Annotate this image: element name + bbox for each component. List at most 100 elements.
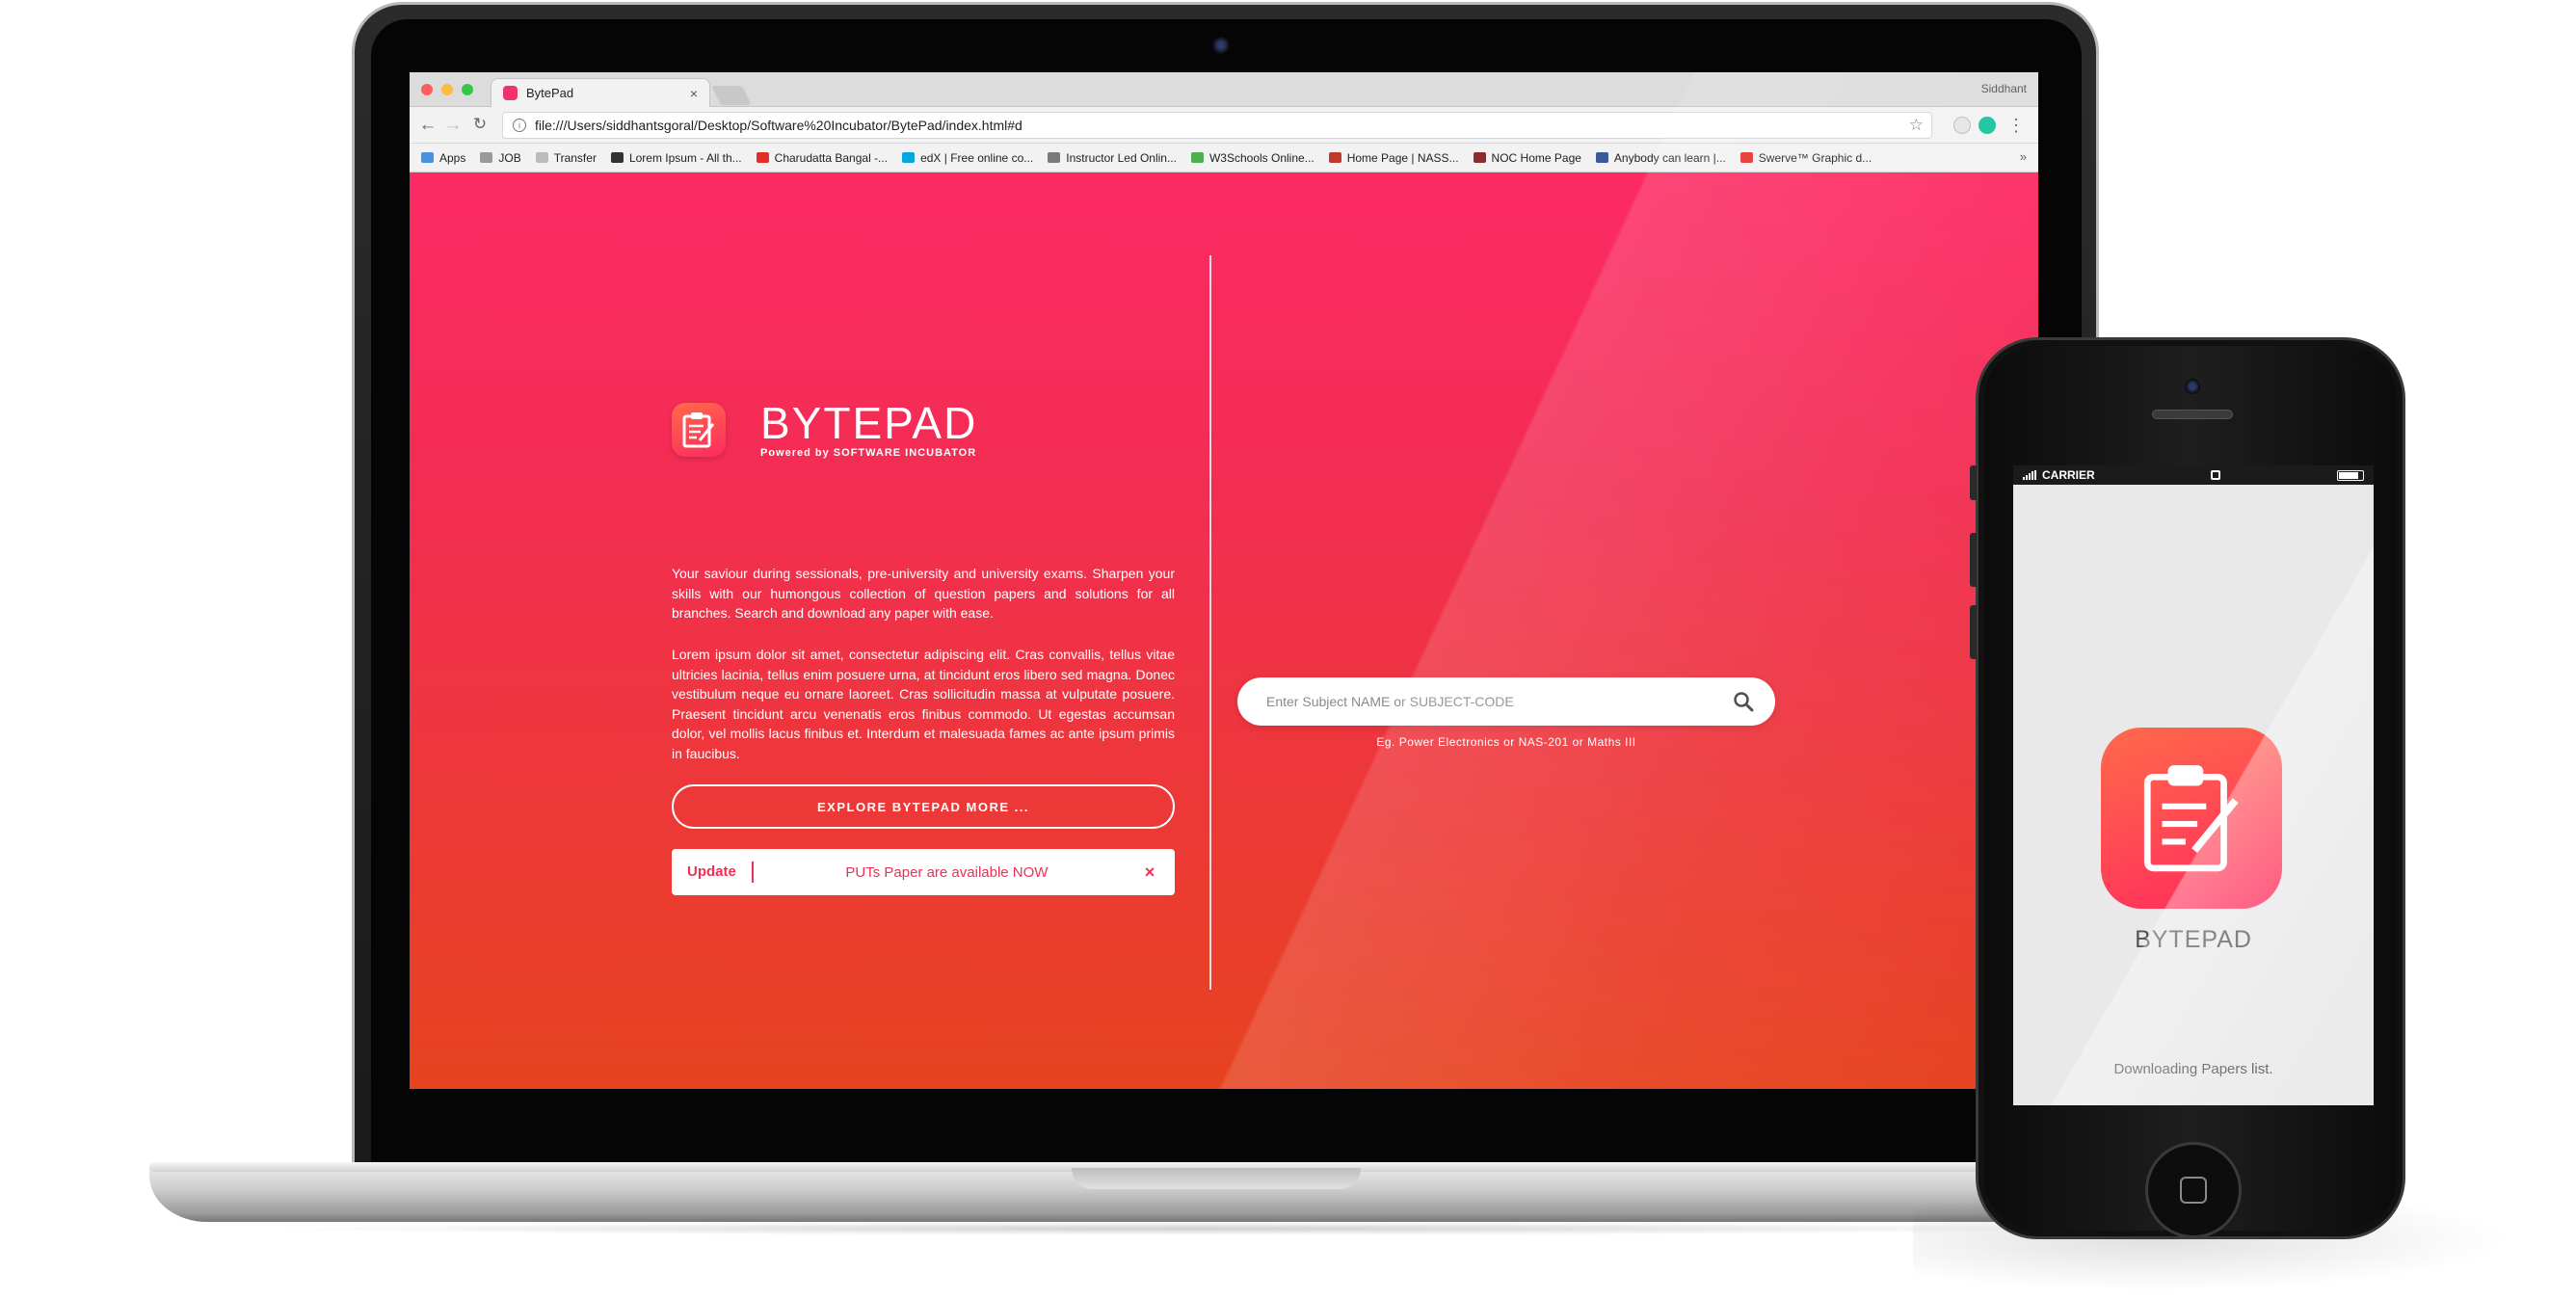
phone-screen: CARRIER BYTEPAD Downloading Papers list. (2013, 465, 2374, 1105)
bookmark-label: Instructor Led Onlin... (1066, 150, 1177, 165)
back-arrow-icon[interactable]: ← (417, 115, 438, 136)
browser-toolbar: ← → ↻ i file:///Users/siddhantsgoral/Des… (410, 107, 2038, 144)
bookmark-label: Charudatta Bangal -... (774, 150, 889, 165)
new-tab-button[interactable] (711, 86, 752, 105)
bookmark-label: Lorem Ipsum - All th... (628, 150, 742, 165)
browser-tab-bar: BytePad × Siddhant (410, 72, 2038, 107)
bookmark-item[interactable]: JOB (480, 150, 521, 165)
profile-name[interactable]: Siddhant (1981, 82, 2027, 95)
bookmark-item[interactable]: Instructor Led Onlin... (1048, 151, 1177, 165)
address-bar[interactable]: i file:///Users/siddhantsgoral/Desktop/S… (502, 112, 1932, 139)
bookmark-label: Home Page | NASS... (1346, 150, 1459, 165)
mockup-stage: BytePad × Siddhant ← → ↻ i file:///Users… (0, 0, 2576, 1299)
volume-down-button (1970, 605, 1977, 659)
bookmark-favicon-icon (535, 152, 548, 163)
splash-screen: BYTEPAD Downloading Papers list. (2013, 485, 2374, 1105)
bookmark-item[interactable]: Transfer (535, 150, 597, 165)
loading-status: Downloading Papers list. (2113, 1061, 2273, 1077)
bookmark-label: Transfer (553, 150, 597, 165)
bookmark-favicon-icon (480, 152, 493, 163)
bookmark-label: Apps (439, 150, 466, 165)
bytepad-logo-icon (672, 403, 726, 457)
bookmark-item[interactable]: Anybody can learn |... (1595, 150, 1726, 165)
grammarly-icon[interactable] (1978, 117, 1996, 134)
bookmark-label: Swerve™ Graphic d... (1758, 150, 1872, 165)
bookmark-favicon-icon (1595, 152, 1608, 163)
brand-subtitle: Powered by SOFTWARE INCUBATOR (760, 447, 977, 459)
update-message[interactable]: PUTs Paper are available NOW (754, 864, 1140, 881)
bookmark-label: NOC Home Page (1491, 150, 1581, 165)
bookmark-favicon-icon (902, 152, 916, 163)
bookmark-item[interactable]: Swerve™ Graphic d... (1739, 150, 1872, 165)
bookmark-favicon-icon (1473, 152, 1486, 163)
bookmarks-bar: Apps JOB Transfer Lorem Ipsum - All th... Ch… (410, 144, 2038, 172)
reload-icon[interactable]: ↻ (469, 115, 491, 134)
lock-icon (2211, 470, 2221, 480)
tab-title: BytePad (526, 86, 574, 100)
battery-icon (2336, 469, 2364, 481)
app-name: BYTEPAD (2135, 926, 2252, 953)
phone-device: CARRIER BYTEPAD Downloading Papers list. (1970, 337, 2405, 1239)
bookmark-favicon-icon (1048, 152, 1061, 163)
bookmark-favicon-icon (610, 152, 624, 163)
extension-icon[interactable] (1953, 117, 1971, 134)
browser-tab[interactable]: BytePad × (491, 78, 710, 107)
bookmark-item[interactable]: Lorem Ipsum - All th... (610, 150, 742, 165)
update-label: Update (687, 862, 754, 883)
search-box (1237, 677, 1775, 726)
minimize-window-button[interactable] (441, 84, 453, 95)
laptop-camera (1212, 37, 1230, 54)
bookmark-label: edX | Free online co... (920, 150, 1034, 165)
phone-speaker (2152, 410, 2233, 419)
bookmark-item[interactable]: Apps (421, 151, 465, 165)
mute-switch (1970, 465, 1977, 500)
phone-camera (2185, 379, 2200, 394)
close-window-button[interactable] (421, 84, 433, 95)
bookmark-favicon-icon (421, 152, 434, 163)
bookmark-item[interactable]: edX | Free online co... (902, 151, 1033, 165)
brand-name: BYTEPAD (760, 398, 978, 448)
brand-header: BYTEPAD Powered by SOFTWARE INCUBATOR (672, 401, 977, 459)
laptop-notch (1072, 1168, 1361, 1189)
bookmark-favicon-icon (1190, 152, 1204, 163)
bookmark-item[interactable]: Charudatta Bangal -... (756, 150, 889, 165)
forward-arrow-icon[interactable]: → (442, 115, 464, 136)
explore-button[interactable]: EXPLORE BYTEPAD MORE ... (672, 784, 1175, 829)
bookmark-item[interactable]: W3Schools Online... (1190, 150, 1315, 165)
bookmarks-overflow-icon[interactable]: » (2020, 149, 2027, 164)
laptop-shadow (251, 1222, 2130, 1235)
bookmark-star-icon[interactable]: ☆ (1909, 116, 1924, 135)
vertical-divider (1209, 255, 1211, 990)
lorem-paragraph: Lorem ipsum dolor sit amet, consectetur … (672, 647, 1175, 761)
home-square-icon (2180, 1177, 2207, 1204)
tab-close-icon[interactable]: × (690, 86, 698, 101)
bookmark-item[interactable]: NOC Home Page (1473, 150, 1581, 165)
browser-menu-icon[interactable]: ⋮ (2007, 113, 2025, 138)
bookmark-favicon-icon (1328, 152, 1341, 163)
close-icon[interactable]: × (1140, 862, 1159, 883)
bytepad-app-icon (2101, 728, 2282, 909)
bookmark-favicon-icon (1739, 152, 1753, 163)
bookmark-label: Anybody can learn |... (1613, 150, 1726, 165)
window-controls (421, 84, 473, 95)
info-icon[interactable]: i (513, 119, 526, 132)
bookmark-favicon-icon (756, 152, 769, 163)
carrier-name: CARRIER (2042, 468, 2095, 482)
url-text: file:///Users/siddhantsgoral/Desktop/Sof… (535, 118, 1022, 133)
laptop-screen: BytePad × Siddhant ← → ↻ i file:///Users… (410, 72, 2038, 1089)
volume-up-button (1970, 533, 1977, 587)
update-banner: Update PUTs Paper are available NOW × (672, 849, 1175, 895)
search-icon[interactable] (1733, 691, 1754, 712)
home-button[interactable] (2145, 1142, 2242, 1238)
status-bar: CARRIER (2013, 465, 2374, 485)
bookmark-label: W3Schools Online... (1208, 150, 1315, 165)
bookmark-item[interactable]: Home Page | NASS... (1328, 150, 1459, 165)
search-input[interactable] (1266, 694, 1733, 709)
maximize-window-button[interactable] (462, 84, 473, 95)
bytepad-favicon-icon (503, 86, 518, 100)
signal-icon (2023, 470, 2036, 480)
search-hint: Eg. Power Electronics or NAS-201 or Math… (1376, 735, 1636, 749)
bookmark-label: JOB (498, 150, 521, 165)
bytepad-page: BYTEPAD Powered by SOFTWARE INCUBATOR Yo… (410, 172, 2038, 1089)
intro-paragraph: Your saviour during sessionals, pre-univ… (672, 566, 1175, 621)
